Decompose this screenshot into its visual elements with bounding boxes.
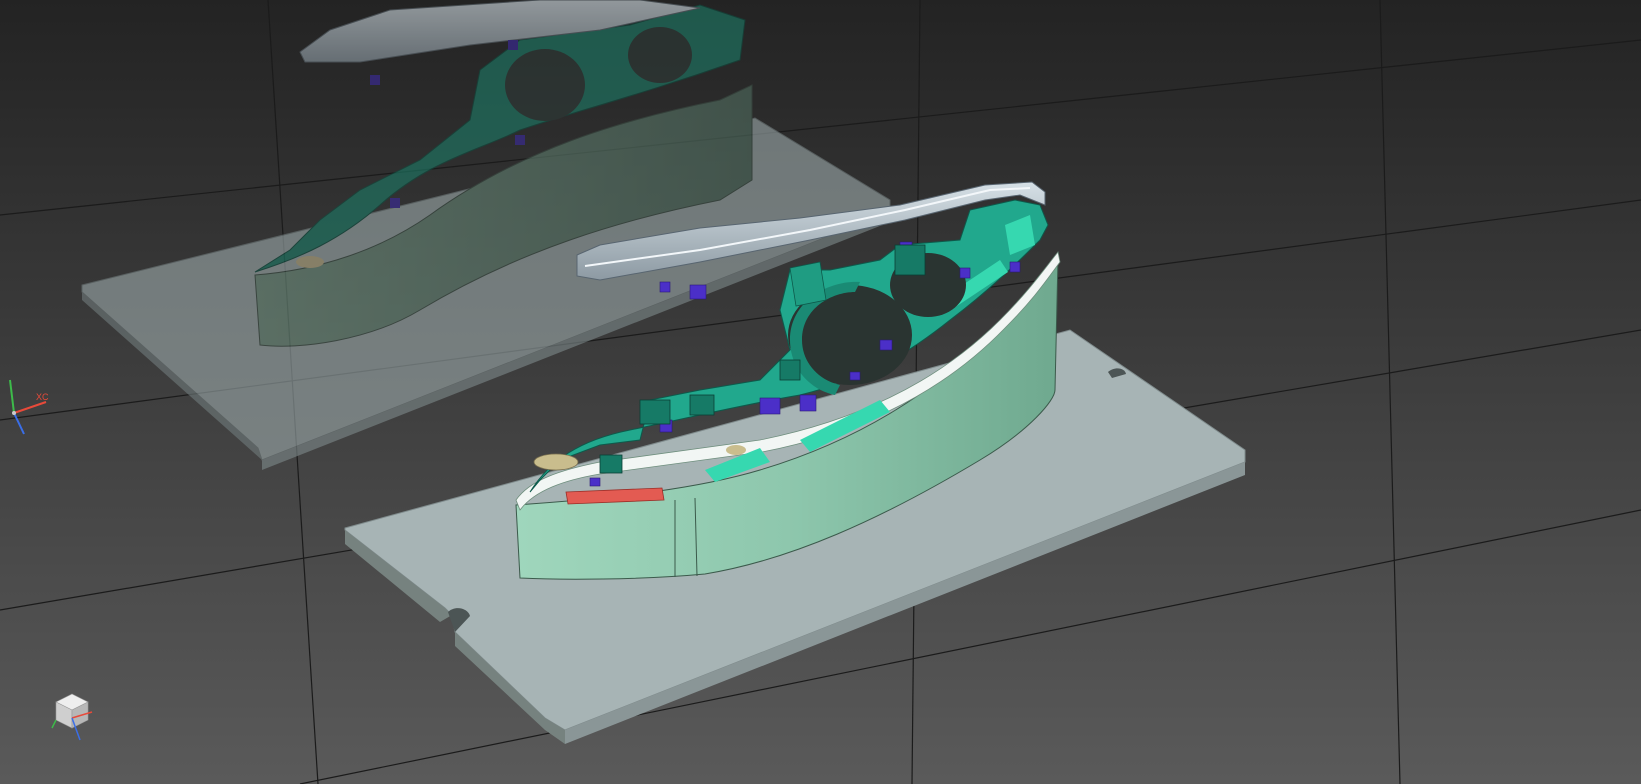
triad-x-label: XC: [36, 392, 49, 402]
back-pad: [296, 256, 324, 268]
back-opening-right: [628, 27, 692, 83]
front-pad-small: [726, 445, 746, 455]
cad-graphics-window[interactable]: XC: [0, 0, 1641, 784]
3d-viewport-canvas[interactable]: XC: [0, 0, 1641, 784]
back-feature: [390, 198, 400, 208]
back-feature: [370, 75, 380, 85]
back-feature: [515, 135, 525, 145]
back-feature: [508, 40, 518, 50]
back-opening-left: [505, 49, 585, 121]
front-pad: [533, 453, 579, 471]
front-cover-support: [789, 261, 827, 307]
